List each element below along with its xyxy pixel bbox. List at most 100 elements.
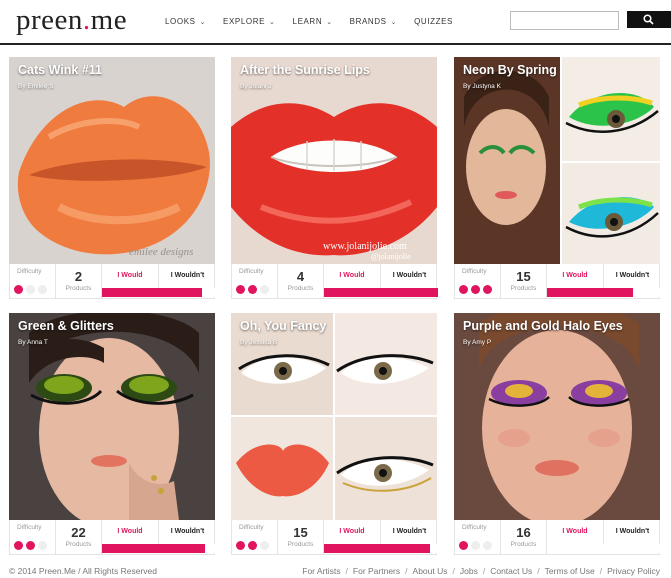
difficulty-dot <box>260 285 269 294</box>
difficulty-dot <box>38 285 47 294</box>
vote-bar <box>547 544 661 553</box>
look-title[interactable]: Green & Glitters <box>18 319 114 333</box>
footer-link-about-us[interactable]: About Us <box>413 566 448 576</box>
difficulty-rating: Difficulty <box>10 520 56 554</box>
i-would-button[interactable]: I Would <box>324 264 381 288</box>
difficulty-dot <box>483 285 492 294</box>
footer-link-for-partners[interactable]: For Partners <box>353 566 400 576</box>
i-would-button[interactable]: I Would <box>547 520 604 544</box>
i-wouldnt-button[interactable]: I Wouldn't <box>381 264 438 288</box>
product-count-label: Products <box>287 541 314 548</box>
difficulty-rating: Difficulty <box>10 264 56 298</box>
chevron-down-icon: ⌄ <box>269 18 276 26</box>
i-wouldnt-button[interactable]: I Wouldn't <box>604 520 661 544</box>
difficulty-label: Difficulty <box>239 268 264 275</box>
difficulty-dot <box>14 285 23 294</box>
product-count-value: 15 <box>516 269 531 284</box>
difficulty-dot <box>459 541 468 550</box>
product-count[interactable]: 15 Products <box>501 264 547 298</box>
look-meta: Difficulty 2 Products I Would I Wouldn't <box>9 264 216 299</box>
look-card[interactable]: Purple and Gold Halo Eyes By Amy P Diffi… <box>454 313 661 555</box>
product-count[interactable]: 22 Products <box>56 520 102 554</box>
chevron-down-icon: ⌄ <box>199 18 207 26</box>
product-count[interactable]: 2 Products <box>56 264 102 298</box>
i-wouldnt-button[interactable]: I Wouldn't <box>604 264 661 288</box>
product-count[interactable]: 16 Products <box>501 520 547 554</box>
i-would-button[interactable]: I Would <box>547 264 604 288</box>
look-title[interactable]: Cats Wink #11 <box>18 63 102 77</box>
product-count-label: Products <box>510 285 537 292</box>
product-count-value: 22 <box>71 525 86 540</box>
product-count[interactable]: 4 Products <box>278 264 324 298</box>
footer-link-jobs[interactable]: Jobs <box>460 566 478 576</box>
look-author[interactable]: By Anna T <box>18 339 48 346</box>
difficulty-label: Difficulty <box>462 524 487 531</box>
difficulty-label: Difficulty <box>462 268 487 275</box>
look-author[interactable]: By Amy P <box>463 339 491 346</box>
i-would-button[interactable]: I Would <box>102 520 159 544</box>
look-card[interactable]: emilee designs Cats Wink #11 By Emilee S… <box>9 57 216 299</box>
difficulty-label: Difficulty <box>17 524 42 531</box>
vote-bar <box>102 544 216 553</box>
product-count-value: 2 <box>74 269 83 284</box>
preen-me-logo[interactable]: preen.me <box>16 4 127 37</box>
look-author[interactable]: By Emilee S <box>18 83 53 90</box>
look-author[interactable]: By Jessica B <box>240 339 277 346</box>
i-wouldnt-button[interactable]: I Wouldn't <box>159 520 216 544</box>
search-input[interactable] <box>510 11 619 30</box>
i-wouldnt-button[interactable]: I Wouldn't <box>159 264 216 288</box>
difficulty-dot <box>14 541 23 550</box>
look-title[interactable]: Neon By Spring <box>463 63 557 77</box>
product-count-value: 4 <box>296 269 305 284</box>
look-card[interactable]: Green & Glitters By Anna T Difficulty 22… <box>9 313 216 555</box>
difficulty-rating: Difficulty <box>232 520 278 554</box>
look-author[interactable]: By Justyna K <box>463 83 501 90</box>
nav-quizzes[interactable]: QUIZZES <box>414 17 453 26</box>
difficulty-label: Difficulty <box>239 524 264 531</box>
i-would-button[interactable]: I Would <box>324 520 381 544</box>
look-card[interactable]: Oh, You Fancy By Jessica B Difficulty 15… <box>231 313 438 555</box>
site-footer: © 2014 Preen.Me / All Rights Reserved Fo… <box>0 566 671 578</box>
chevron-down-icon: ⌄ <box>326 18 333 26</box>
copyright-text: © 2014 Preen.Me / All Rights Reserved <box>9 566 158 576</box>
footer-link-terms-of-use[interactable]: Terms of Use <box>545 566 595 576</box>
vote-bar <box>102 288 216 297</box>
i-would-button[interactable]: I Would <box>102 264 159 288</box>
look-meta: Difficulty 15 Products I Would I Wouldn'… <box>231 520 438 555</box>
nav-explore[interactable]: EXPLORE ⌄ <box>223 17 275 26</box>
svg-text:@jolanijolie: @jolanijolie <box>371 252 411 261</box>
difficulty-dot <box>236 541 245 550</box>
difficulty-dots <box>459 541 492 550</box>
footer-link-contact-us[interactable]: Contact Us <box>490 566 532 576</box>
difficulty-dot <box>26 285 35 294</box>
difficulty-dots <box>14 285 47 294</box>
look-title[interactable]: Oh, You Fancy <box>240 319 326 333</box>
difficulty-dot <box>26 541 35 550</box>
difficulty-dots <box>14 541 47 550</box>
search-button[interactable] <box>627 11 671 28</box>
difficulty-rating: Difficulty <box>232 264 278 298</box>
look-title[interactable]: Purple and Gold Halo Eyes <box>463 319 623 333</box>
look-title[interactable]: After the Sunrise Lips <box>240 63 370 77</box>
look-meta: Difficulty 15 Products I Would I Wouldn'… <box>454 264 661 299</box>
svg-text:www.jolanijolie.com: www.jolanijolie.com <box>323 241 407 252</box>
svg-text:emilee designs: emilee designs <box>129 246 193 258</box>
footer-link-for-artists[interactable]: For Artists <box>302 566 340 576</box>
vote-bar <box>324 544 438 553</box>
i-wouldnt-button[interactable]: I Wouldn't <box>381 520 438 544</box>
look-card[interactable]: Neon By Spring By Justyna K Difficulty 1… <box>454 57 661 299</box>
nav-brands[interactable]: BRANDS ⌄ <box>350 17 397 26</box>
nav-learn[interactable]: LEARN ⌄ <box>293 17 333 26</box>
look-author[interactable]: By Jolani J <box>240 83 271 90</box>
look-card[interactable]: www.jolanijolie.com @jolanijolie After t… <box>231 57 438 299</box>
vote-bar-fill <box>324 544 431 553</box>
site-header: preen.me LOOKS ⌄ EXPLORE ⌄ LEARN ⌄ BRANDS ⌄ … <box>0 0 671 45</box>
footer-link-privacy-policy[interactable]: Privacy Policy <box>607 566 660 576</box>
look-meta: Difficulty 16 Products I Would I Wouldn'… <box>454 520 661 555</box>
product-count[interactable]: 15 Products <box>278 520 324 554</box>
difficulty-dot <box>236 285 245 294</box>
difficulty-dot <box>459 285 468 294</box>
nav-looks[interactable]: LOOKS ⌄ <box>165 17 206 26</box>
main-nav: LOOKS ⌄ EXPLORE ⌄ LEARN ⌄ BRANDS ⌄ QUIZZES <box>165 17 470 26</box>
difficulty-label: Difficulty <box>17 268 42 275</box>
